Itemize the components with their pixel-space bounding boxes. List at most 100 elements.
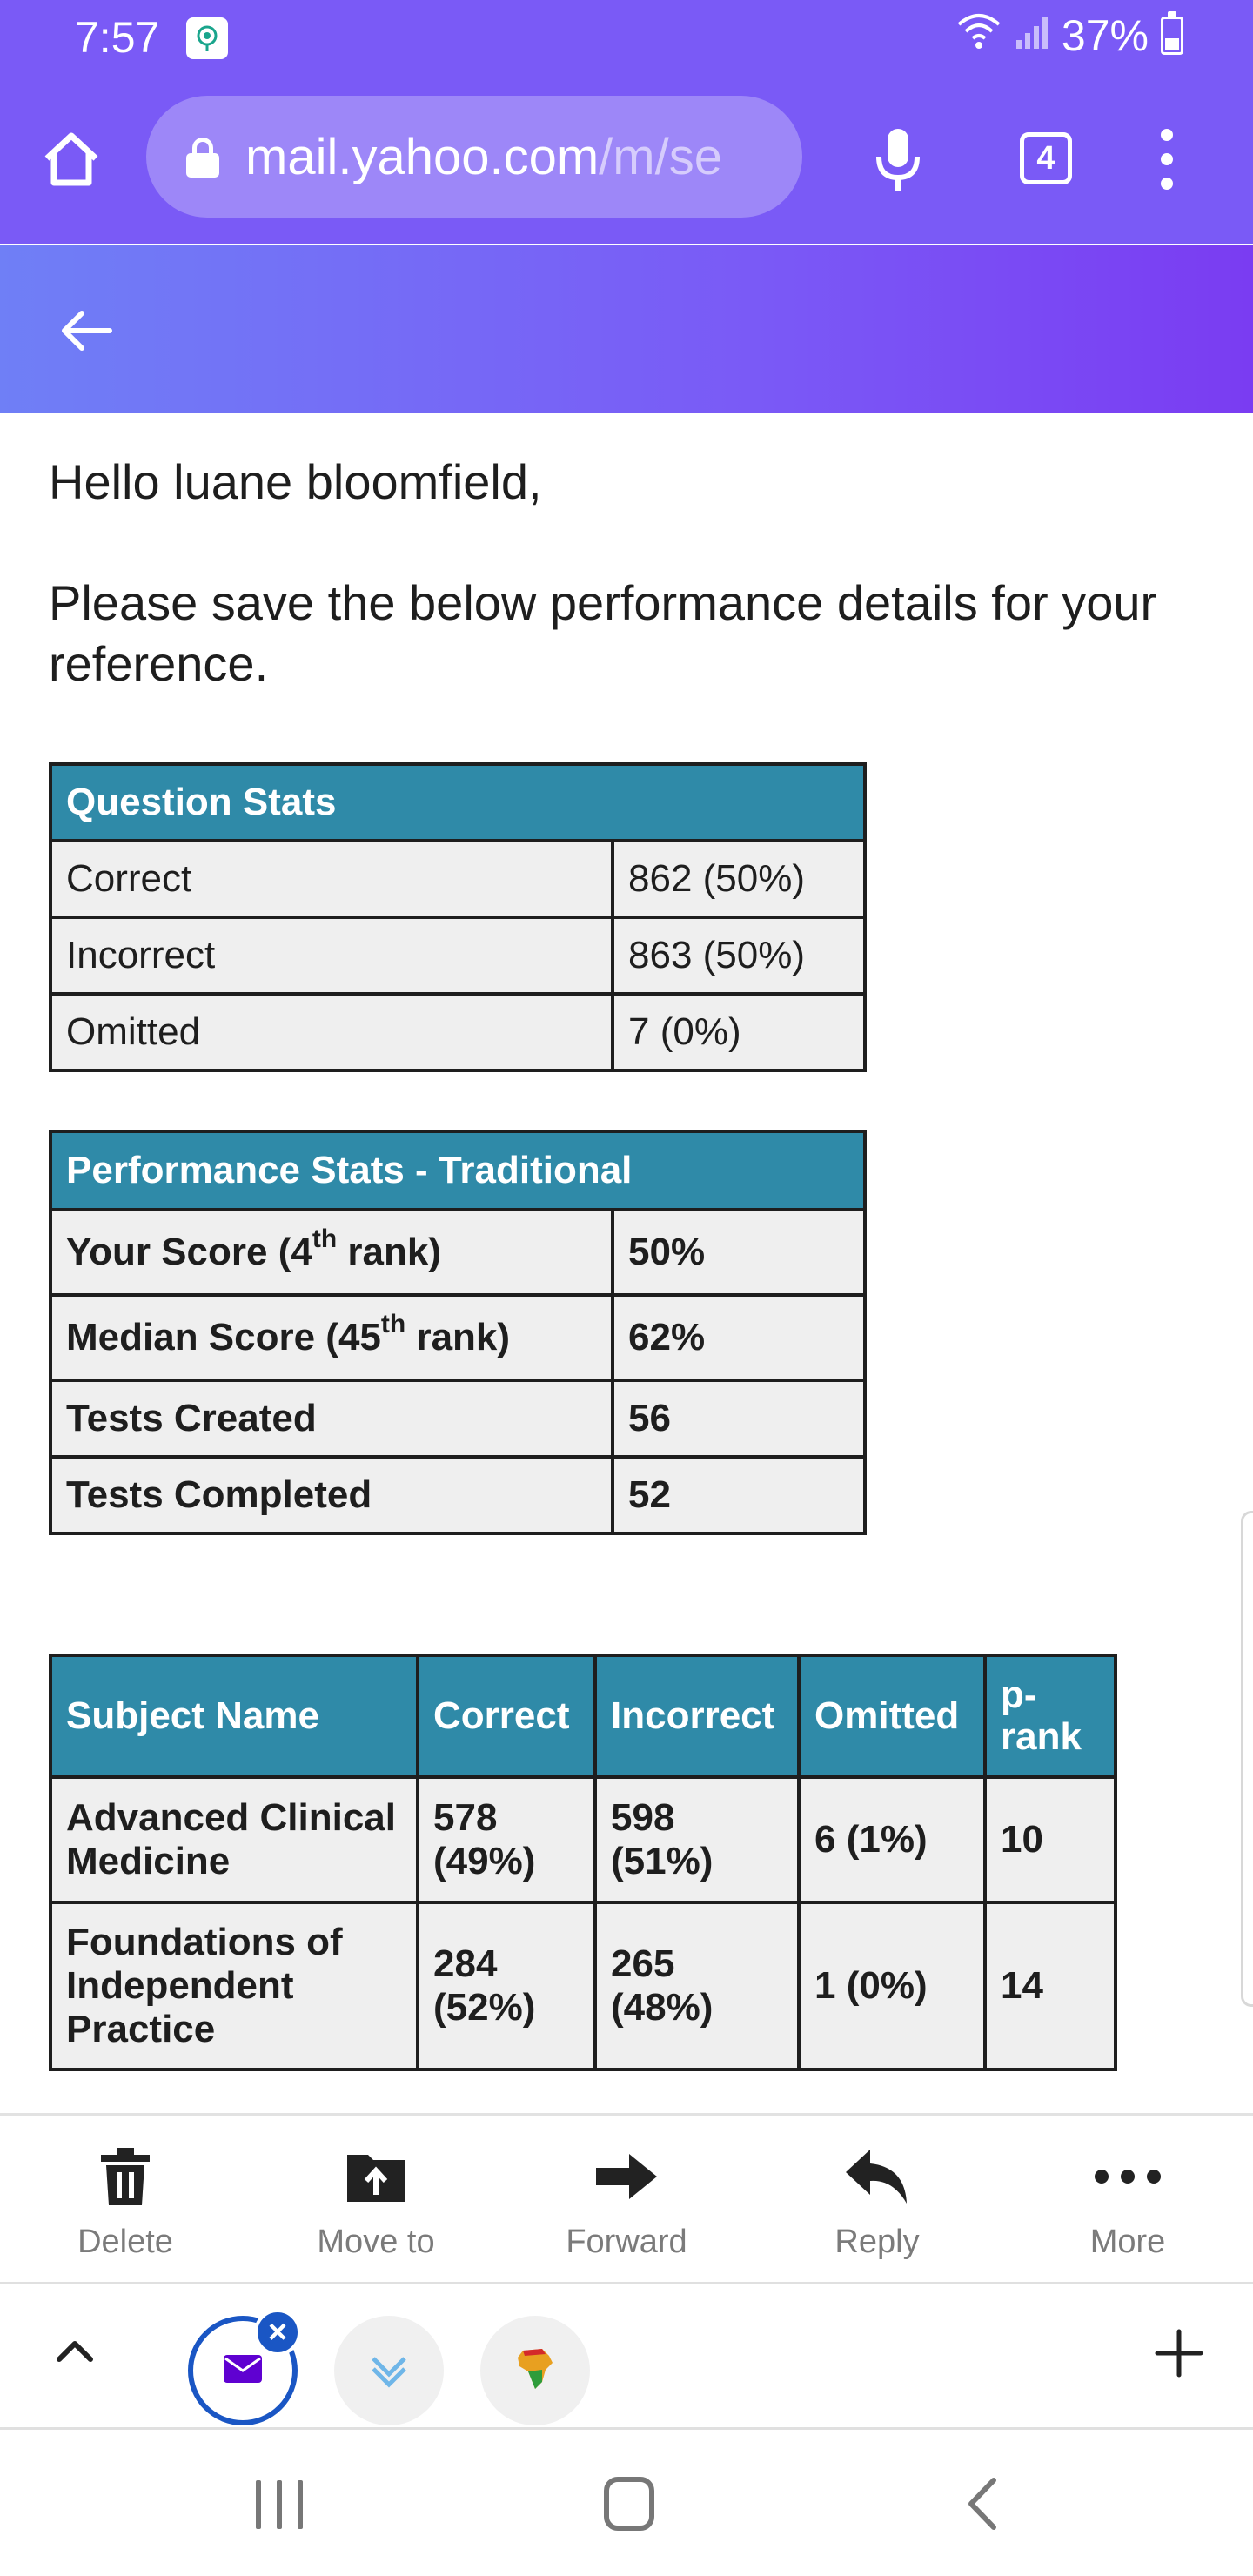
subject-stats-table: Subject Name Correct Incorrect Omitted p… (49, 1654, 1117, 2071)
subject-name: Advanced Clinical Medicine (49, 1775, 419, 1904)
close-icon[interactable]: × (254, 2309, 301, 2356)
move-to-button[interactable]: Move to (289, 2116, 463, 2284)
median-score-label: Median Score (45th rank) (49, 1293, 614, 1382)
browser-chrome: 7:57 37% mail.yahoo.com/m/se 4 (0, 0, 1253, 244)
column-header-incorrect: Incorrect (593, 1654, 801, 1779)
question-stats-title: Question Stats (49, 762, 867, 842)
message-action-bar: Delete Move to Forward Reply More (0, 2113, 1253, 2282)
greeting: Hello luane bloomfield, (49, 454, 542, 509)
email-body: Hello luane bloomfield, Please save the … (49, 453, 1206, 694)
more-label: More (1089, 2224, 1166, 2260)
table-row: Your Score (4th rank) 50% (49, 1208, 867, 1297)
back-nav-icon[interactable] (957, 2473, 1009, 2534)
home-nav-icon[interactable] (604, 2477, 654, 2531)
wifi-icon (955, 10, 1002, 61)
move-to-label: Move to (317, 2224, 435, 2260)
subject-prank: 10 (983, 1775, 1117, 1904)
subject-correct: 578 (49%) (416, 1775, 597, 1904)
forward-button[interactable]: Forward (539, 2116, 714, 2284)
table-header-row: Performance Stats - Traditional (49, 1130, 867, 1211)
tests-completed-label: Tests Completed (49, 1455, 614, 1535)
status-time: 7:57 (75, 13, 160, 62)
stat-label: Correct (49, 839, 614, 919)
signal-icon (1015, 10, 1049, 61)
table-row: Tests Completed 52 (49, 1455, 867, 1535)
intro-text: Please save the below performance detail… (49, 575, 1157, 691)
delete-button[interactable]: Delete (38, 2116, 212, 2284)
reply-arrow-icon (842, 2142, 912, 2211)
forward-label: Forward (566, 2224, 687, 2260)
table-row: Omitted 7 (0%) (49, 992, 867, 1072)
reply-label: Reply (834, 2224, 920, 2260)
subject-incorrect: 598 (51%) (593, 1775, 801, 1904)
app-tab-strip: × (0, 2282, 1253, 2430)
trash-icon (90, 2142, 160, 2211)
tab-chip-africa-app[interactable] (480, 2316, 590, 2425)
tests-completed-value: 52 (611, 1455, 867, 1535)
app-logo-icon (366, 2346, 412, 2396)
stat-label: Incorrect (49, 916, 614, 996)
subject-omitted: 6 (1%) (797, 1775, 987, 1904)
chevron-up-icon[interactable] (49, 2326, 101, 2378)
url-host: mail.yahoo.com (245, 128, 600, 185)
reply-button[interactable]: Reply (790, 2116, 964, 2284)
table-row: Advanced Clinical Medicine 578 (49%) 598… (49, 1775, 1117, 1904)
more-dots-icon (1093, 2142, 1163, 2211)
median-score-value: 62% (611, 1293, 867, 1382)
your-score-label: Your Score (4th rank) (49, 1208, 614, 1297)
tab-count-button[interactable]: 4 (1020, 132, 1072, 184)
table-header-row: Subject Name Correct Incorrect Omitted p… (49, 1654, 1117, 1779)
plus-icon[interactable] (1150, 2324, 1208, 2382)
stat-value: 7 (0%) (611, 992, 867, 1072)
your-score-value: 50% (611, 1208, 867, 1297)
question-stats-table: Question Stats Correct 862 (50%) Incorre… (49, 762, 867, 1072)
address-row: mail.yahoo.com/m/se 4 (0, 87, 1253, 231)
tests-created-label: Tests Created (49, 1379, 614, 1459)
subject-correct: 284 (52%) (416, 1901, 597, 2071)
subject-omitted: 1 (0%) (797, 1901, 987, 2071)
lock-icon (186, 138, 219, 178)
tab-chip-yahoo-mail[interactable]: × (188, 2309, 301, 2425)
battery-icon (1161, 11, 1183, 55)
more-button[interactable]: More (1041, 2116, 1215, 2284)
performance-stats-table: Performance Stats - Traditional Your Sco… (49, 1130, 867, 1535)
mail-header (0, 245, 1253, 413)
table-row: Median Score (45th rank) 62% (49, 1293, 867, 1382)
battery-percent: 37% (1061, 11, 1149, 60)
move-folder-icon (341, 2142, 411, 2211)
subject-name: Foundations of Independent Practice (49, 1901, 419, 2071)
microphone-icon[interactable] (870, 125, 926, 195)
tests-created-value: 56 (611, 1379, 867, 1459)
stat-value: 863 (50%) (611, 916, 867, 996)
table-header-row: Question Stats (49, 762, 867, 842)
overflow-menu-icon[interactable] (1154, 129, 1180, 190)
delete-label: Delete (77, 2224, 173, 2260)
system-nav-bar (0, 2432, 1253, 2576)
forward-arrow-icon (592, 2142, 661, 2211)
tab-chip-app[interactable] (334, 2316, 444, 2425)
url-path: /m/se (599, 128, 722, 185)
status-indicators: 37% (955, 10, 1183, 61)
yahoo-mail-icon (222, 2353, 264, 2389)
stat-value: 862 (50%) (611, 839, 867, 919)
subject-incorrect: 265 (48%) (593, 1901, 801, 2071)
table-row: Incorrect 863 (50%) (49, 916, 867, 996)
performance-stats-title: Performance Stats - Traditional (49, 1130, 867, 1211)
africa-map-icon (516, 2347, 554, 2395)
table-row: Tests Created 56 (49, 1379, 867, 1459)
recent-apps-icon[interactable] (256, 2480, 303, 2529)
column-header-omitted: Omitted (797, 1654, 987, 1779)
column-header-subject: Subject Name (49, 1654, 419, 1779)
subject-prank: 14 (983, 1901, 1117, 2071)
column-header-prank: p-rank (983, 1654, 1117, 1779)
back-arrow-icon[interactable] (52, 298, 122, 364)
location-notification-icon (186, 17, 228, 59)
table-row: Correct 862 (50%) (49, 839, 867, 919)
status-bar: 7:57 37% (0, 0, 1253, 77)
stat-label: Omitted (49, 992, 614, 1072)
edge-panel-handle[interactable] (1241, 1511, 1253, 2007)
url-bar[interactable]: mail.yahoo.com/m/se (146, 96, 802, 218)
column-header-correct: Correct (416, 1654, 597, 1779)
home-icon[interactable] (38, 125, 104, 191)
table-row: Foundations of Independent Practice 284 … (49, 1901, 1117, 2071)
